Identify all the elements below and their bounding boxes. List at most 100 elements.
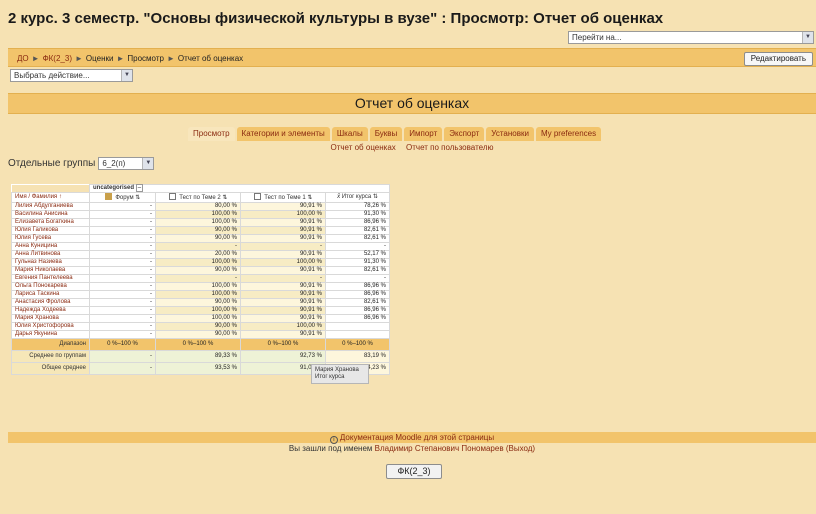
action-select[interactable]: Выбрать действие... ▼ — [10, 69, 133, 82]
tab-categories[interactable]: Категории и элементы — [236, 127, 330, 141]
breadcrumb-separator: ► — [74, 54, 83, 63]
breadcrumb-item-view[interactable]: Просмотр — [127, 54, 164, 63]
column-header-test-2[interactable]: Тест по Теме 2 ⇅ — [155, 192, 241, 203]
test-2-grade: 100,00 % — [155, 258, 241, 267]
breadcrumb: ДО ► ФК(2_3) ► Оценки ► Просмотр ► Отчет об оцен… — [17, 54, 243, 63]
test-1-grade: 90,91 % — [240, 202, 326, 211]
course-total-grade: 91,30 % — [325, 210, 390, 219]
table-row: Анна Литвинова -20,00 % 90,91 % 52,17 % — [11, 250, 390, 259]
forum-grade: - — [89, 290, 156, 299]
average-cell: 93,53 % — [155, 362, 241, 375]
chevron-down-icon: ▼ — [802, 32, 813, 43]
grade-tooltip: Мария Хранова Итог курса — [311, 364, 369, 384]
forum-grade: - — [89, 258, 156, 267]
heading-band: Отчет об оценках — [8, 93, 816, 114]
breadcrumb-separator: ► — [166, 54, 175, 63]
student-name[interactable]: Елизавета Богаткина — [11, 218, 90, 227]
forum-grade: - — [89, 314, 156, 323]
chevron-down-icon: ▼ — [142, 158, 154, 169]
jump-to-select[interactable]: Перейти на... ▼ — [568, 31, 814, 44]
student-name[interactable]: Анна Куницина — [11, 242, 90, 251]
column-header-name[interactable]: Имя / Фамилия ↑ — [11, 192, 90, 203]
sort-icon[interactable]: ⇅ — [307, 195, 312, 201]
logout-link[interactable]: (Выход) — [506, 444, 535, 453]
average-cell: 83,19 % — [325, 350, 390, 363]
course-total-grade — [325, 322, 390, 331]
breadcrumb-item-do[interactable]: ДО — [17, 54, 29, 63]
column-header-forum[interactable]: Форум ⇅ — [89, 192, 156, 203]
tab-import[interactable]: Импорт — [404, 127, 443, 141]
sort-icon[interactable]: ⇅ — [373, 194, 378, 200]
student-name[interactable]: Юлия Христофорова — [11, 322, 90, 331]
test-2-grade: 90,00 % — [155, 234, 241, 243]
column-header-course-total[interactable]: x̄ Итог курса ⇅ — [325, 192, 390, 203]
course-total-grade: 91,30 % — [325, 258, 390, 267]
group-select[interactable]: 6_2(п) ▼ — [98, 157, 155, 170]
column-header-name-label: Имя / Фамилия — [15, 194, 58, 200]
course-total-grade: 86,96 % — [325, 314, 390, 323]
course-total-grade: 86,96 % — [325, 306, 390, 315]
student-name[interactable]: Юлия Галикова — [11, 226, 90, 235]
test-2-grade: 100,00 % — [155, 314, 241, 323]
tab-view[interactable]: Просмотр — [188, 127, 235, 141]
forum-grade: - — [89, 322, 156, 331]
tab-my-preferences[interactable]: My preferences — [535, 127, 602, 141]
group-average-label: Среднее по группам — [11, 350, 90, 363]
page-title: 2 курс. 3 семестр. "Основы физической ку… — [8, 10, 664, 27]
forum-grade: - — [89, 234, 156, 243]
tab-letters[interactable]: Буквы — [369, 127, 403, 141]
student-name[interactable]: Ольга Понокарева — [11, 282, 90, 291]
header-row: Имя / Фамилия ↑ Форум ⇅ Тест по Теме 2 ⇅… — [11, 192, 390, 203]
tab-settings[interactable]: Установки — [486, 127, 534, 141]
test-2-grade: 100,00 % — [155, 218, 241, 227]
forum-grade: - — [89, 210, 156, 219]
login-info: Вы зашли под именем Владимир Степанович … — [8, 444, 816, 453]
range-label: Диапазон — [11, 338, 90, 351]
group-select-value: 6_2(п) — [102, 159, 126, 168]
student-name[interactable]: Дарья Якунина — [11, 330, 90, 339]
test-2-grade: 90,00 % — [155, 322, 241, 331]
collapse-toggle[interactable]: – — [135, 184, 144, 192]
sort-icon[interactable]: ⇅ — [222, 195, 227, 201]
breadcrumb-item-course[interactable]: ФК(2_3) — [43, 54, 72, 63]
student-name[interactable]: Лариса Таскина — [11, 290, 90, 299]
course-home-button[interactable]: ФК(2_3) — [386, 464, 442, 479]
column-header-test-1[interactable]: Тест по Теме 1 ⇅ — [240, 192, 326, 203]
test-2-grade: - — [155, 242, 241, 251]
subtab-grader-report[interactable]: Отчет об оценках — [330, 143, 395, 152]
forum-grade: - — [89, 242, 156, 251]
edit-button[interactable]: Редактировать — [743, 52, 813, 66]
student-name[interactable]: Евгения Пантелеева — [11, 274, 90, 283]
chevron-down-icon: ▼ — [121, 70, 132, 81]
group-label: Отдельные группы — [8, 158, 96, 169]
student-name[interactable]: Анастасия Фролова — [11, 298, 90, 307]
tab-scales[interactable]: Шкалы — [331, 127, 368, 141]
student-name[interactable]: Надежда Ходеева — [11, 306, 90, 315]
navigation-bar: ДО ► ФК(2_3) ► Оценки ► Просмотр ► Отчет об оцен… — [8, 48, 816, 67]
tab-export[interactable]: Экспорт — [444, 127, 485, 141]
range-cell: 0 %–100 % — [155, 338, 241, 351]
subtab-user-report[interactable]: Отчет по пользователю — [406, 143, 493, 152]
moodle-docs-link[interactable]: Документация Moodle для этой страницы — [340, 433, 494, 442]
student-name[interactable]: Юлия Гусева — [11, 234, 90, 243]
login-prefix: Вы зашли под именем — [288, 444, 373, 453]
student-name[interactable]: Василина Анисина — [11, 210, 90, 219]
tooltip-item: Итог курса — [315, 374, 345, 380]
average-cell: 89,33 % — [155, 350, 241, 363]
student-name[interactable]: Лилия Абдулганиева — [11, 202, 90, 211]
table-row: Юлия Гусева -90,00 % 90,91 % 82,61 % — [11, 234, 390, 243]
user-profile-link[interactable]: Владимир Степанович Пономарев — [375, 444, 504, 453]
student-name[interactable]: Анна Литвинова — [11, 250, 90, 259]
forum-grade: - — [89, 266, 156, 275]
course-total-grade: - — [325, 274, 390, 283]
test-1-grade: 90,91 % — [240, 226, 326, 235]
sort-up-icon[interactable]: ↑ — [59, 194, 62, 200]
student-name[interactable]: Мария Николаева — [11, 266, 90, 275]
test-1-grade: 90,91 % — [240, 298, 326, 307]
breadcrumb-item-grades[interactable]: Оценки — [86, 54, 114, 63]
student-name[interactable]: Мария Хранова — [11, 314, 90, 323]
test-1-grade: - — [240, 274, 326, 283]
table-row: Лариса Таскина -100,00 % 90,91 % 86,96 % — [11, 290, 390, 299]
student-name[interactable]: Гульназ Назиева — [11, 258, 90, 267]
sort-icon[interactable]: ⇅ — [135, 195, 140, 201]
